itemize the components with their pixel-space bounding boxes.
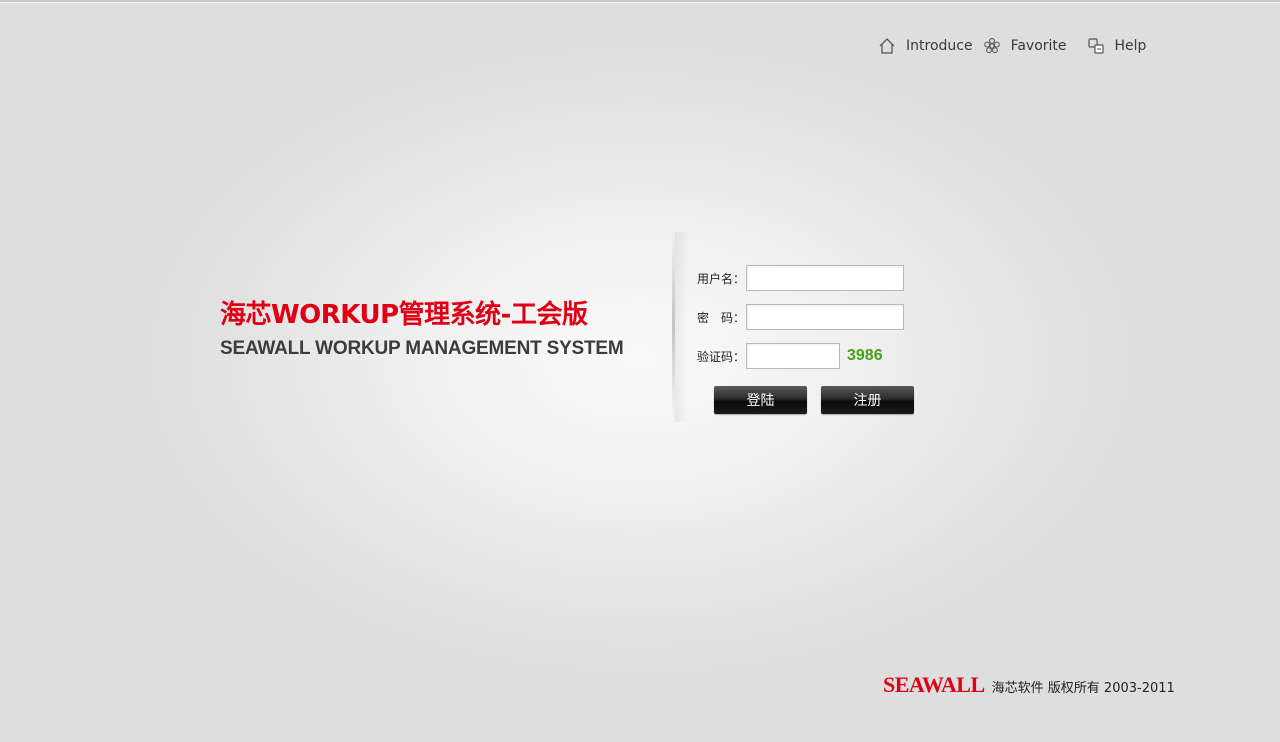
home-icon bbox=[878, 37, 896, 55]
help-icon bbox=[1087, 37, 1105, 55]
username-label: 用户名： bbox=[697, 271, 746, 286]
captcha-code[interactable]: 3986 bbox=[847, 347, 883, 365]
register-button[interactable]: 注册 bbox=[821, 386, 914, 414]
password-input[interactable] bbox=[746, 304, 904, 330]
nav-help-label: Help bbox=[1114, 38, 1147, 54]
footer-logo: SEAWALL bbox=[883, 672, 985, 697]
brand-title: 海芯WORKUP管理系统-工会版 bbox=[220, 300, 588, 330]
captcha-row: 验证码： 3986 bbox=[697, 343, 883, 369]
captcha-input[interactable] bbox=[746, 343, 840, 369]
password-row: 密 码： bbox=[697, 304, 904, 330]
flower-icon bbox=[983, 37, 1001, 55]
nav-help[interactable]: Help bbox=[1087, 37, 1147, 55]
login-button[interactable]: 登陆 bbox=[714, 386, 807, 414]
captcha-label: 验证码： bbox=[697, 349, 746, 364]
nav-introduce[interactable]: Introduce bbox=[878, 37, 973, 55]
username-input[interactable] bbox=[746, 265, 904, 291]
brand-subtitle: SEAWALL WORKUP MANAGEMENT SYSTEM bbox=[220, 338, 624, 359]
top-border bbox=[0, 0, 1280, 3]
password-label: 密 码： bbox=[697, 310, 746, 325]
nav-favorite[interactable]: Favorite bbox=[983, 37, 1067, 55]
brand-block: 海芯WORKUP管理系统-工会版 SEAWALL WORKUP MANAGEME… bbox=[220, 296, 640, 360]
nav-introduce-label: Introduce bbox=[906, 38, 973, 54]
username-row: 用户名： bbox=[697, 265, 904, 291]
divider-shadow bbox=[675, 232, 689, 422]
footer: SEAWALL 海芯软件 版权所有 2003-2011 bbox=[883, 672, 1175, 698]
nav-favorite-label: Favorite bbox=[1010, 38, 1067, 54]
top-nav: Introduce Favorite Help bbox=[878, 34, 1156, 58]
footer-copyright: 海芯软件 版权所有 2003-2011 bbox=[991, 681, 1175, 696]
